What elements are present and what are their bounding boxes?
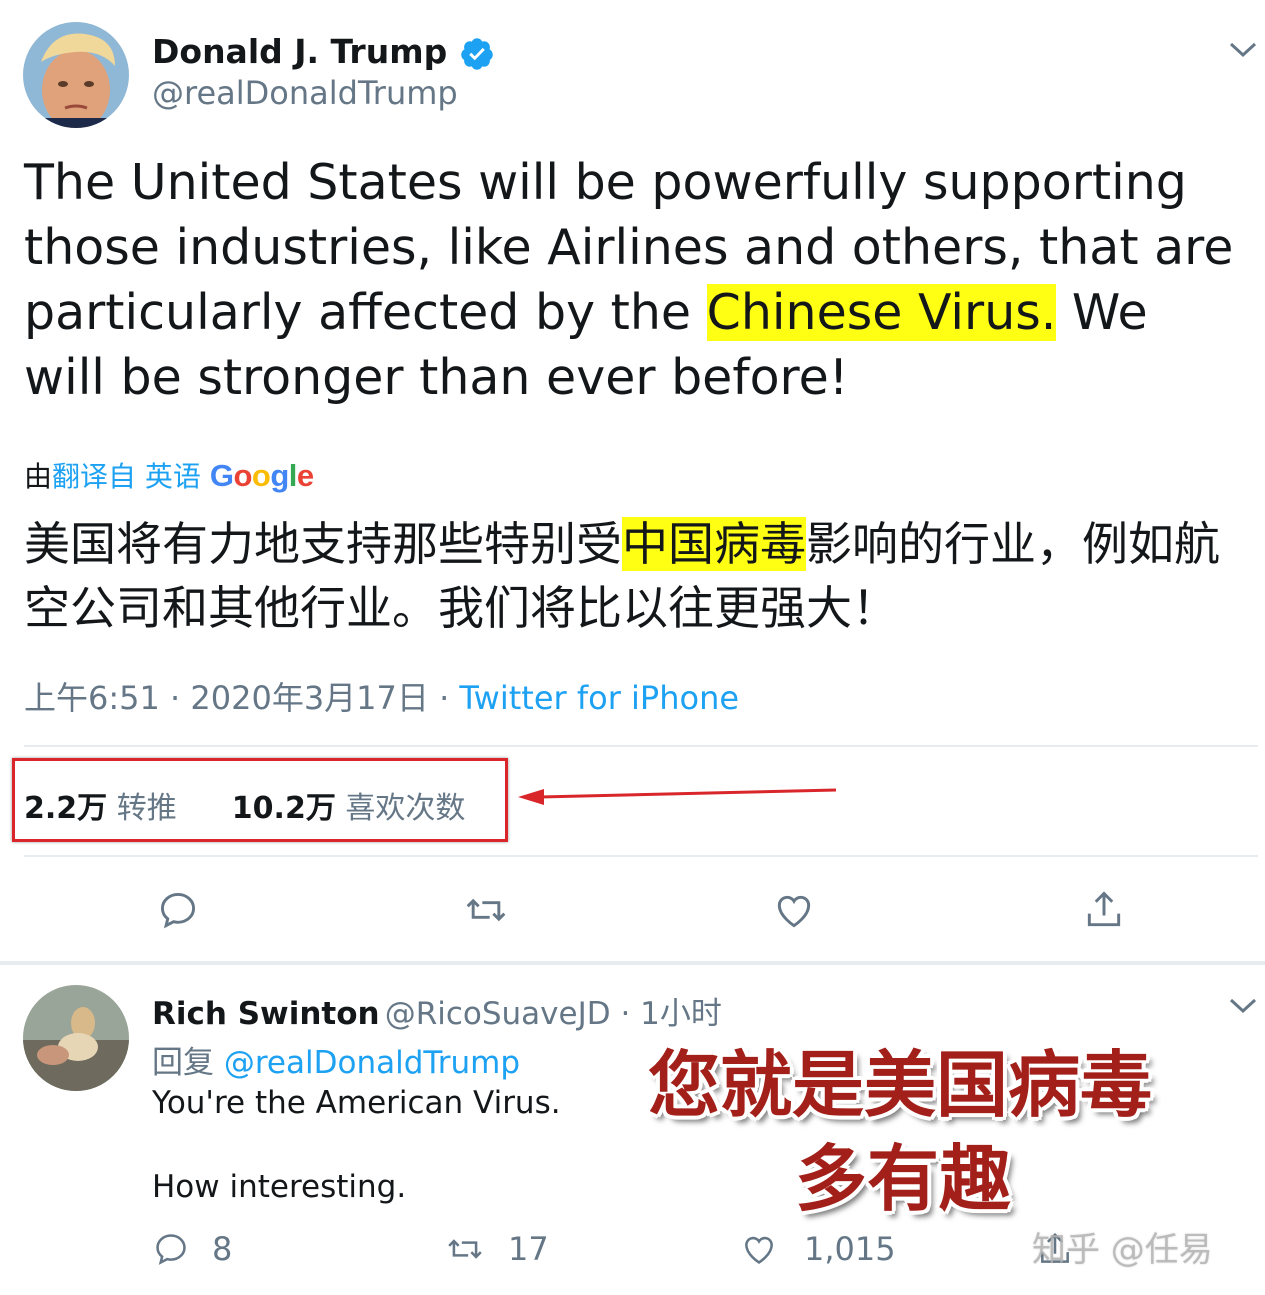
reply-count: 8 <box>212 1230 233 1268</box>
zhihu-watermark: 知乎 @任易 <box>1032 1230 1213 1270</box>
overlay-caption: 多有趣 <box>795 1137 1012 1221</box>
translated-text: 美国将有力地支持那些特别受中国病毒影响的行业，例如航空公司和其他行业。我们将比以… <box>24 512 1249 640</box>
translated-text-part: 美国将有力地支持那些特别受 <box>24 517 622 571</box>
reply-author-handle[interactable]: @RicoSuaveJD <box>385 996 611 1032</box>
highlighted-phrase: Chinese Virus. <box>706 284 1057 341</box>
overlay-caption: 您就是美国病毒 <box>648 1043 1153 1127</box>
translation-link[interactable]: 翻译自 英语 <box>52 460 201 493</box>
replying-to: 回复 @realDonaldTrump <box>152 1037 520 1082</box>
section-divider <box>0 961 1265 965</box>
share-icon[interactable] <box>1082 888 1126 932</box>
retweet-count: 17 <box>508 1230 549 1268</box>
verified-badge-icon <box>460 37 493 70</box>
tweet-time[interactable]: 上午6:51 · 2020年3月17日 · <box>24 679 459 717</box>
divider <box>24 745 1258 747</box>
divider <box>24 855 1258 857</box>
reply-icon[interactable] <box>152 1230 190 1268</box>
like-heart-icon[interactable] <box>740 1230 778 1268</box>
annotation-arrow-icon <box>518 788 837 805</box>
reply-author-name[interactable]: Rich Swinton <box>152 996 380 1032</box>
chevron-down-icon[interactable] <box>1228 996 1258 1016</box>
reply-text-line: You're the American Virus. <box>152 1085 561 1121</box>
reply-author-avatar[interactable] <box>23 985 129 1091</box>
author-handle[interactable]: @realDonaldTrump <box>152 74 458 112</box>
replying-to-prefix: 回复 <box>152 1045 224 1081</box>
chevron-down-icon[interactable] <box>1228 40 1258 60</box>
author-name-row[interactable]: Donald J. Trump <box>152 32 495 72</box>
retweet-icon[interactable] <box>464 888 508 932</box>
replying-to-handle[interactable]: @realDonaldTrump <box>224 1045 520 1081</box>
tweet-timestamp-row: 上午6:51 · 2020年3月17日 · Twitter for iPhone <box>24 673 739 719</box>
tweet-text: The United States will be powerfully sup… <box>24 150 1244 410</box>
author-name[interactable]: Donald J. Trump <box>152 32 447 71</box>
annotation-box <box>12 758 508 842</box>
retweet-icon[interactable] <box>446 1230 484 1268</box>
tweet-source-link[interactable]: Twitter for iPhone <box>459 679 739 717</box>
reply-icon[interactable] <box>156 888 200 932</box>
avatar-photo <box>23 22 129 128</box>
avatar-photo <box>23 985 129 1091</box>
author-avatar[interactable] <box>23 22 129 128</box>
reply-header: Rich Swinton @RicoSuaveJD · 1小时 <box>152 988 722 1033</box>
highlighted-translation: 中国病毒 <box>622 517 806 571</box>
reply-text-line: How interesting. <box>152 1169 407 1205</box>
translation-attribution: 由翻译自 英语 Google <box>24 455 314 495</box>
like-count: 1,015 <box>804 1230 896 1268</box>
translation-prefix: 由 <box>24 460 53 493</box>
like-heart-icon[interactable] <box>772 888 816 932</box>
google-logo: Google <box>209 458 314 493</box>
